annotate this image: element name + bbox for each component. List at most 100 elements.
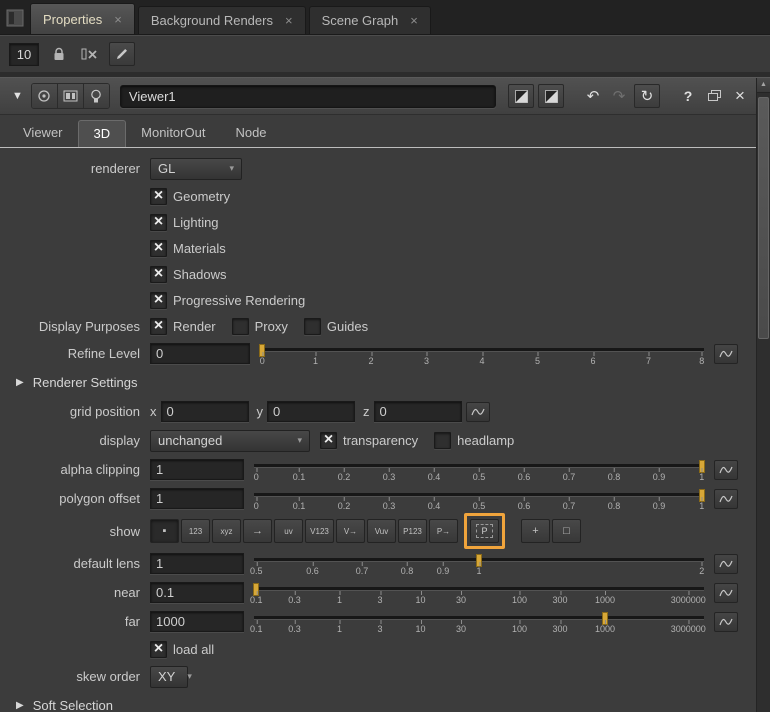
float-panel-button[interactable] (702, 85, 726, 107)
skew-order-dropdown[interactable]: XY ▾ (150, 666, 188, 688)
geometry-label: Geometry (173, 189, 230, 204)
close-icon[interactable]: × (285, 14, 293, 27)
headlamp-checkbox[interactable] (434, 432, 451, 449)
scrollbar-thumb[interactable] (758, 97, 769, 339)
default-lens-input[interactable] (150, 553, 244, 574)
show-uv-button[interactable]: uv (274, 519, 303, 543)
show-vertex-normals-button[interactable]: V→ (336, 519, 365, 543)
close-all-panels-icon[interactable] (79, 44, 99, 64)
split-toggle-button-1[interactable] (508, 84, 534, 108)
renderer-settings-group[interactable]: ▶ Renderer Settings (0, 368, 738, 397)
show-xyz-button[interactable]: xyz (212, 519, 241, 543)
lightbulb-button[interactable] (84, 84, 109, 108)
close-icon[interactable]: × (410, 14, 418, 27)
show-point-values-button[interactable]: P123 (398, 519, 427, 543)
slider-tick: 0.5 (473, 472, 486, 482)
refine-level-input[interactable] (150, 343, 250, 364)
polygon-offset-slider[interactable]: 00.10.20.30.40.50.60.70.80.91 (254, 487, 704, 511)
load-all-checkbox[interactable] (150, 641, 167, 658)
tab-properties[interactable]: Properties × (30, 3, 135, 34)
scroll-up-arrow[interactable]: ▲ (757, 78, 770, 93)
pane-layout-icon[interactable] (3, 6, 27, 30)
xyz-icon: xyz (221, 527, 233, 536)
far-input[interactable] (150, 611, 244, 632)
revert-button[interactable]: ↻ (634, 84, 660, 108)
show-bbox-button[interactable]: □ (552, 519, 581, 543)
shadows-checkbox[interactable] (150, 266, 167, 283)
slider-tick: 0.6 (306, 566, 319, 576)
show-vertices-button[interactable]: ▪ (150, 519, 179, 543)
materials-checkbox[interactable] (150, 240, 167, 257)
show-transform-handles-button[interactable]: + (521, 519, 550, 543)
refine-level-label: Refine Level (0, 346, 140, 361)
soft-selection-group[interactable]: ▶ Soft Selection (0, 691, 738, 712)
vertical-scrollbar[interactable]: ▲ (756, 78, 770, 712)
application-window: Properties × Background Renders × Scene … (0, 0, 770, 712)
show-values-button[interactable]: 123 (181, 519, 210, 543)
close-icon[interactable]: × (114, 13, 122, 26)
slider-tick: 3 (424, 356, 429, 366)
expand-arrow-icon[interactable]: ▶ (16, 377, 24, 388)
collapse-panel-arrow[interactable]: ▼ (12, 90, 23, 102)
redo-button[interactable]: ↷ (608, 87, 630, 105)
animation-curve-button[interactable] (714, 554, 738, 574)
animation-curve-button[interactable] (714, 489, 738, 509)
slider-track (254, 616, 704, 619)
row-refine-level: Refine Level 012345678 (0, 339, 738, 368)
progressive-rendering-checkbox[interactable] (150, 292, 167, 309)
show-vertex-values-button[interactable]: V123 (305, 519, 334, 543)
expand-arrow-icon[interactable]: ▶ (16, 700, 24, 711)
alpha-clipping-slider[interactable]: 00.10.20.30.40.50.60.70.80.91 (254, 458, 704, 482)
grid-z-input[interactable] (374, 401, 462, 422)
animation-curve-button[interactable] (714, 344, 738, 364)
renderer-dropdown[interactable]: GL ▾ (150, 158, 242, 180)
undo-button[interactable]: ↶ (582, 87, 604, 105)
animation-curve-button[interactable] (466, 402, 490, 422)
show-point-info-button[interactable]: P (470, 519, 499, 543)
edit-pencil-button[interactable] (109, 42, 135, 66)
center-node-button[interactable] (32, 84, 58, 108)
near-slider[interactable]: 0.10.313103010030010003000000 (254, 581, 704, 605)
transparency-checkbox[interactable] (320, 432, 337, 449)
transform-icon: + (532, 525, 538, 537)
row-far: far 0.10.313103010030010003000000 (0, 607, 738, 636)
close-panel-button[interactable]: × (730, 86, 750, 106)
guides-checkbox[interactable] (304, 318, 321, 335)
refine-level-slider[interactable]: 012345678 (260, 342, 704, 366)
slider-tick: 300 (552, 595, 567, 605)
geometry-checkbox[interactable] (150, 188, 167, 205)
proxy-checkbox[interactable] (232, 318, 249, 335)
show-vertex-uv-button[interactable]: Vuv (367, 519, 396, 543)
tab-monitorout[interactable]: MonitorOut (126, 120, 220, 147)
lighting-checkbox[interactable] (150, 214, 167, 231)
max-panels-input[interactable] (9, 43, 39, 66)
node-name-input[interactable] (120, 85, 496, 108)
slider-tick: 0.8 (608, 472, 621, 482)
help-button[interactable]: ? (678, 88, 698, 104)
tab-node[interactable]: Node (220, 120, 281, 147)
show-normals-button[interactable]: → (243, 519, 272, 543)
show-point-normals-button[interactable]: P→ (429, 519, 458, 543)
tab-scene-graph[interactable]: Scene Graph × (309, 6, 431, 34)
animation-curve-button[interactable] (714, 460, 738, 480)
display-dropdown[interactable]: unchanged ▾ (150, 430, 310, 452)
tab-background-renders[interactable]: Background Renders × (138, 6, 306, 34)
slider-track (254, 587, 704, 590)
animation-curve-button[interactable] (714, 612, 738, 632)
grid-x-input[interactable] (161, 401, 249, 422)
tab-viewer[interactable]: Viewer (8, 120, 78, 147)
tab-3d[interactable]: 3D (78, 120, 127, 147)
alpha-clipping-input[interactable] (150, 459, 244, 480)
render-checkbox[interactable] (150, 318, 167, 335)
far-slider[interactable]: 0.10.313103010030010003000000 (254, 610, 704, 634)
animation-curve-button[interactable] (714, 583, 738, 603)
near-input[interactable] (150, 582, 244, 603)
grid-y-input[interactable] (267, 401, 355, 422)
default-lens-slider[interactable]: 0.50.60.70.80.912 (254, 552, 704, 576)
film-button[interactable] (58, 84, 84, 108)
lock-icon[interactable] (49, 44, 69, 64)
slider-tick: 3 (377, 624, 382, 634)
proxy-label: Proxy (255, 319, 288, 334)
polygon-offset-input[interactable] (150, 488, 244, 509)
split-toggle-button-2[interactable] (538, 84, 564, 108)
